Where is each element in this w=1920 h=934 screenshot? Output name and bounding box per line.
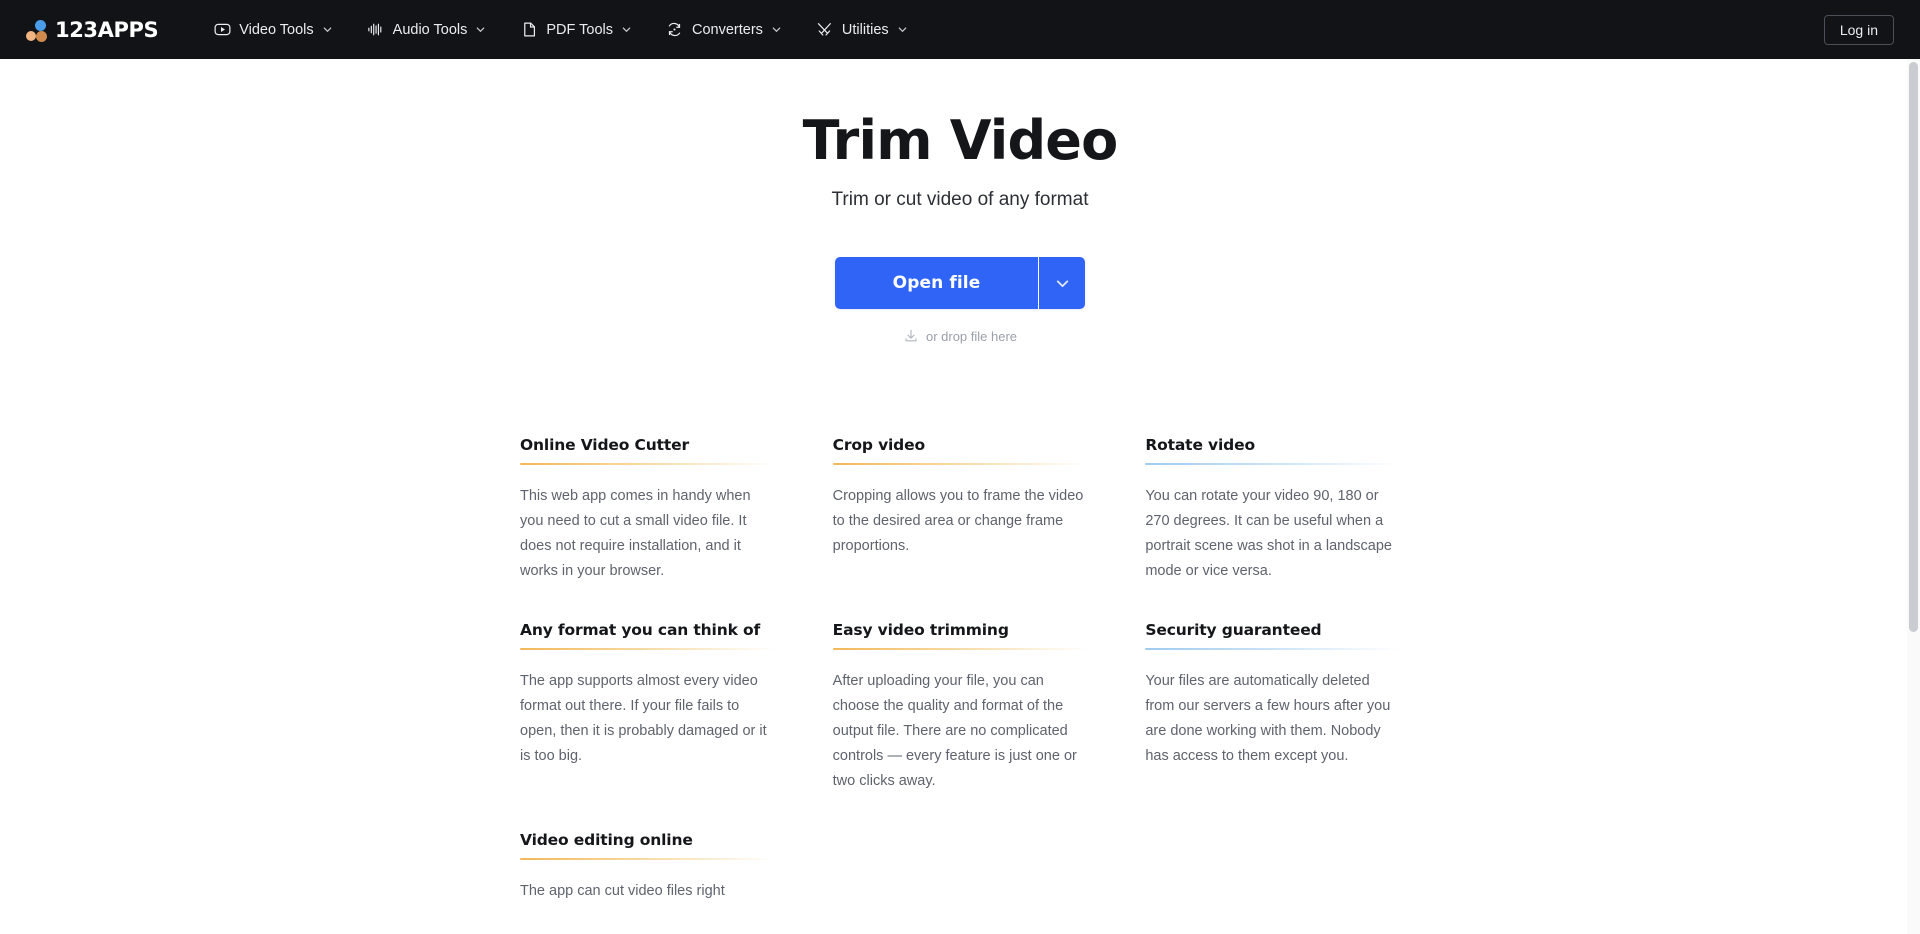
feature-title: Any format you can think of — [520, 621, 761, 640]
feature-title: Security guaranteed — [1145, 621, 1322, 640]
feature-underline — [1145, 463, 1400, 466]
nav-item-pdf-tools[interactable]: PDF Tools — [503, 13, 649, 47]
drop-file-hint[interactable]: or drop file here — [0, 328, 1920, 344]
nav-item-converters[interactable]: Converters — [649, 13, 799, 47]
feature-body: The app can cut video files right — [520, 882, 725, 899]
nav-item-video-tools[interactable]: Video Tools — [196, 13, 349, 47]
feature-card: Online Video Cutter This web app comes i… — [520, 436, 775, 621]
feature-title: Video editing online — [520, 830, 693, 849]
logo-dot-blue-icon — [35, 19, 46, 31]
feature-card: Security guaranteed Your files are autom… — [1145, 621, 1400, 831]
feature-underline — [832, 648, 1088, 651]
crossed-tools-icon — [816, 21, 834, 39]
feature-underline — [520, 648, 775, 651]
feature-title: Crop video — [832, 436, 925, 455]
feature-underline — [520, 857, 775, 860]
circular-arrows-icon — [666, 21, 684, 39]
feature-title: Easy video trimming — [832, 621, 1009, 640]
feature-card: Video editing online The app can cut vid… — [520, 831, 775, 934]
feature-underline — [1145, 648, 1400, 651]
nav-item-label: Converters — [691, 21, 763, 38]
site-logo[interactable]: 123APPS — [26, 17, 159, 43]
page-title: Trim Video — [802, 109, 1119, 172]
open-file-button[interactable]: Open file — [834, 257, 1039, 310]
drop-file-hint-label: or drop file here — [925, 328, 1018, 344]
feature-body: After uploading your file, you can choos… — [832, 673, 1077, 789]
feature-underline — [832, 463, 1088, 466]
login-button[interactable]: Log in — [1823, 14, 1894, 45]
logo-text: 123APPS — [55, 17, 159, 42]
feature-title: Rotate video — [1145, 436, 1255, 455]
nav-item-label: Utilities — [841, 21, 889, 38]
video-play-icon — [213, 21, 231, 39]
feature-card: Easy video trimming After uploading your… — [832, 621, 1088, 831]
download-arrow-icon — [905, 330, 917, 342]
chevron-down-icon — [1056, 280, 1069, 287]
nav-item-label: Audio Tools — [392, 21, 468, 38]
nav-item-audio-tools[interactable]: Audio Tools — [350, 13, 504, 47]
feature-underline — [520, 463, 775, 466]
chevron-down-icon — [898, 27, 906, 32]
feature-body: Your files are automatically deleted fro… — [1145, 673, 1391, 764]
feature-body: The app supports almost every video form… — [520, 673, 767, 764]
nav-item-label: PDF Tools — [546, 21, 613, 38]
feature-body: This web app comes in handy when you nee… — [520, 488, 751, 580]
open-file-dropdown-button[interactable] — [1039, 257, 1086, 310]
document-page-icon — [520, 21, 538, 39]
open-file-group: Open file — [0, 257, 1920, 310]
feature-title: Online Video Cutter — [520, 436, 690, 455]
feature-body: You can rotate your video 90, 180 or 270… — [1145, 488, 1392, 580]
chevron-down-icon — [477, 27, 485, 32]
nav-item-utilities[interactable]: Utilities — [799, 13, 925, 47]
features-grid: Online Video Cutter This web app comes i… — [520, 344, 1400, 934]
logo-dot-brown-icon — [36, 30, 47, 42]
logo-dot-tan-icon — [26, 30, 36, 41]
chevron-down-icon — [622, 27, 631, 32]
audio-waveform-icon — [367, 21, 385, 39]
three-dots-logo-icon — [26, 17, 48, 43]
top-navigation-bar: 123APPS Video Tools Audio Tools PDF Tool… — [0, 0, 1920, 59]
page-scrollbar-thumb[interactable] — [1909, 62, 1918, 632]
feature-body: Cropping allows you to frame the video t… — [832, 488, 1084, 555]
page-subtitle: Trim or cut video of any format — [831, 189, 1089, 211]
feature-card: Crop video Cropping allows you to frame … — [832, 436, 1088, 621]
chevron-down-icon — [323, 27, 331, 32]
feature-card: Any format you can think of The app supp… — [520, 621, 775, 831]
feature-card: Rotate video You can rotate your video 9… — [1145, 436, 1400, 621]
nav-menu: Video Tools Audio Tools PDF Tools Conver… — [196, 13, 924, 47]
chevron-down-icon — [772, 27, 781, 32]
nav-item-label: Video Tools — [239, 21, 314, 38]
hero-section: Trim Video Trim or cut video of any form… — [0, 59, 1920, 344]
